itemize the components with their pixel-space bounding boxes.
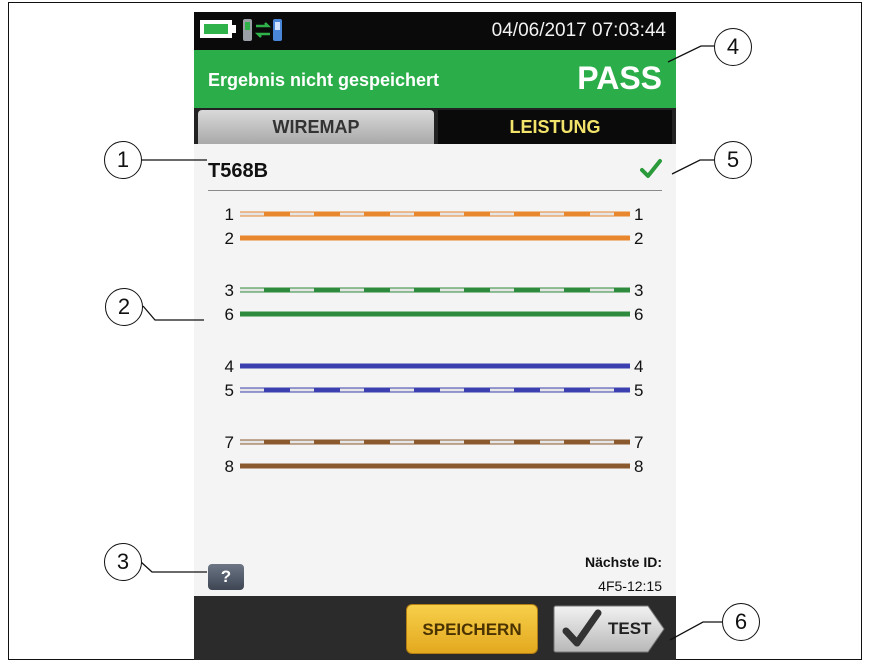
callout-4: 4 [714, 28, 752, 66]
wiremap-diagram: 1 1 2 2 3 3 6 6 4 4 5 5 7 7 8 8 [225, 205, 644, 476]
checkmark-icon [562, 609, 602, 647]
pin-label-right: 6 [634, 305, 643, 324]
wiremap-panel: T568B 1122336644557788 ? Nächste ID: 4F5… [194, 144, 676, 596]
test-button[interactable]: TEST [552, 604, 666, 654]
pin-label-left: 6 [225, 305, 234, 324]
help-icon: ? [220, 567, 232, 586]
callout-6: 6 [722, 603, 760, 641]
battery-icon [200, 20, 232, 38]
pin-label-left: 8 [225, 457, 234, 476]
pin-label-left: 3 [225, 281, 234, 300]
pin-label-right: 8 [634, 457, 643, 476]
save-status-message: Ergebnis nicht gespeichert [208, 70, 440, 90]
pin-label-right: 4 [634, 357, 643, 376]
pin-label-right: 3 [634, 281, 643, 300]
test-button-label: TEST [608, 619, 652, 638]
pin-label-right: 5 [634, 381, 643, 400]
next-id-value: 4F5-12:15 [598, 578, 662, 594]
tab-bar: WIREMAP LEISTUNG [194, 108, 676, 144]
tab-wiremap[interactable]: WIREMAP [198, 110, 434, 144]
callout-5: 5 [714, 141, 752, 179]
callout-1: 1 [104, 141, 142, 179]
pin-label-left: 4 [225, 357, 234, 376]
save-button[interactable]: SPEICHERN [406, 604, 538, 654]
pin-label-left: 1 [225, 205, 234, 224]
pin-label-right: 2 [634, 229, 643, 248]
bottom-bar: SPEICHERN TEST [194, 596, 676, 660]
status-bar: 04/06/2017 07:03:44 [194, 12, 676, 50]
callout-2: 2 [105, 288, 143, 326]
pin-label-right: 1 [634, 205, 643, 224]
next-id-label: Nächste ID: [584, 554, 662, 570]
pass-fail-status: PASS [577, 60, 662, 96]
pin-label-left: 5 [225, 381, 234, 400]
pin-label-left: 7 [225, 433, 234, 452]
tester-remote-icon [243, 19, 282, 41]
callout-3: 3 [104, 543, 142, 581]
tab-leistung[interactable]: LEISTUNG [438, 110, 672, 144]
help-button[interactable]: ? [208, 564, 244, 590]
tester-screen: 04/06/2017 07:03:44 Ergebnis nicht gespe… [194, 12, 676, 660]
pin-label-right: 7 [634, 433, 643, 452]
datetime: 04/06/2017 07:03:44 [491, 20, 666, 41]
pin-label-left: 2 [225, 229, 234, 248]
result-header: Ergebnis nicht gespeichert PASS [194, 50, 676, 108]
